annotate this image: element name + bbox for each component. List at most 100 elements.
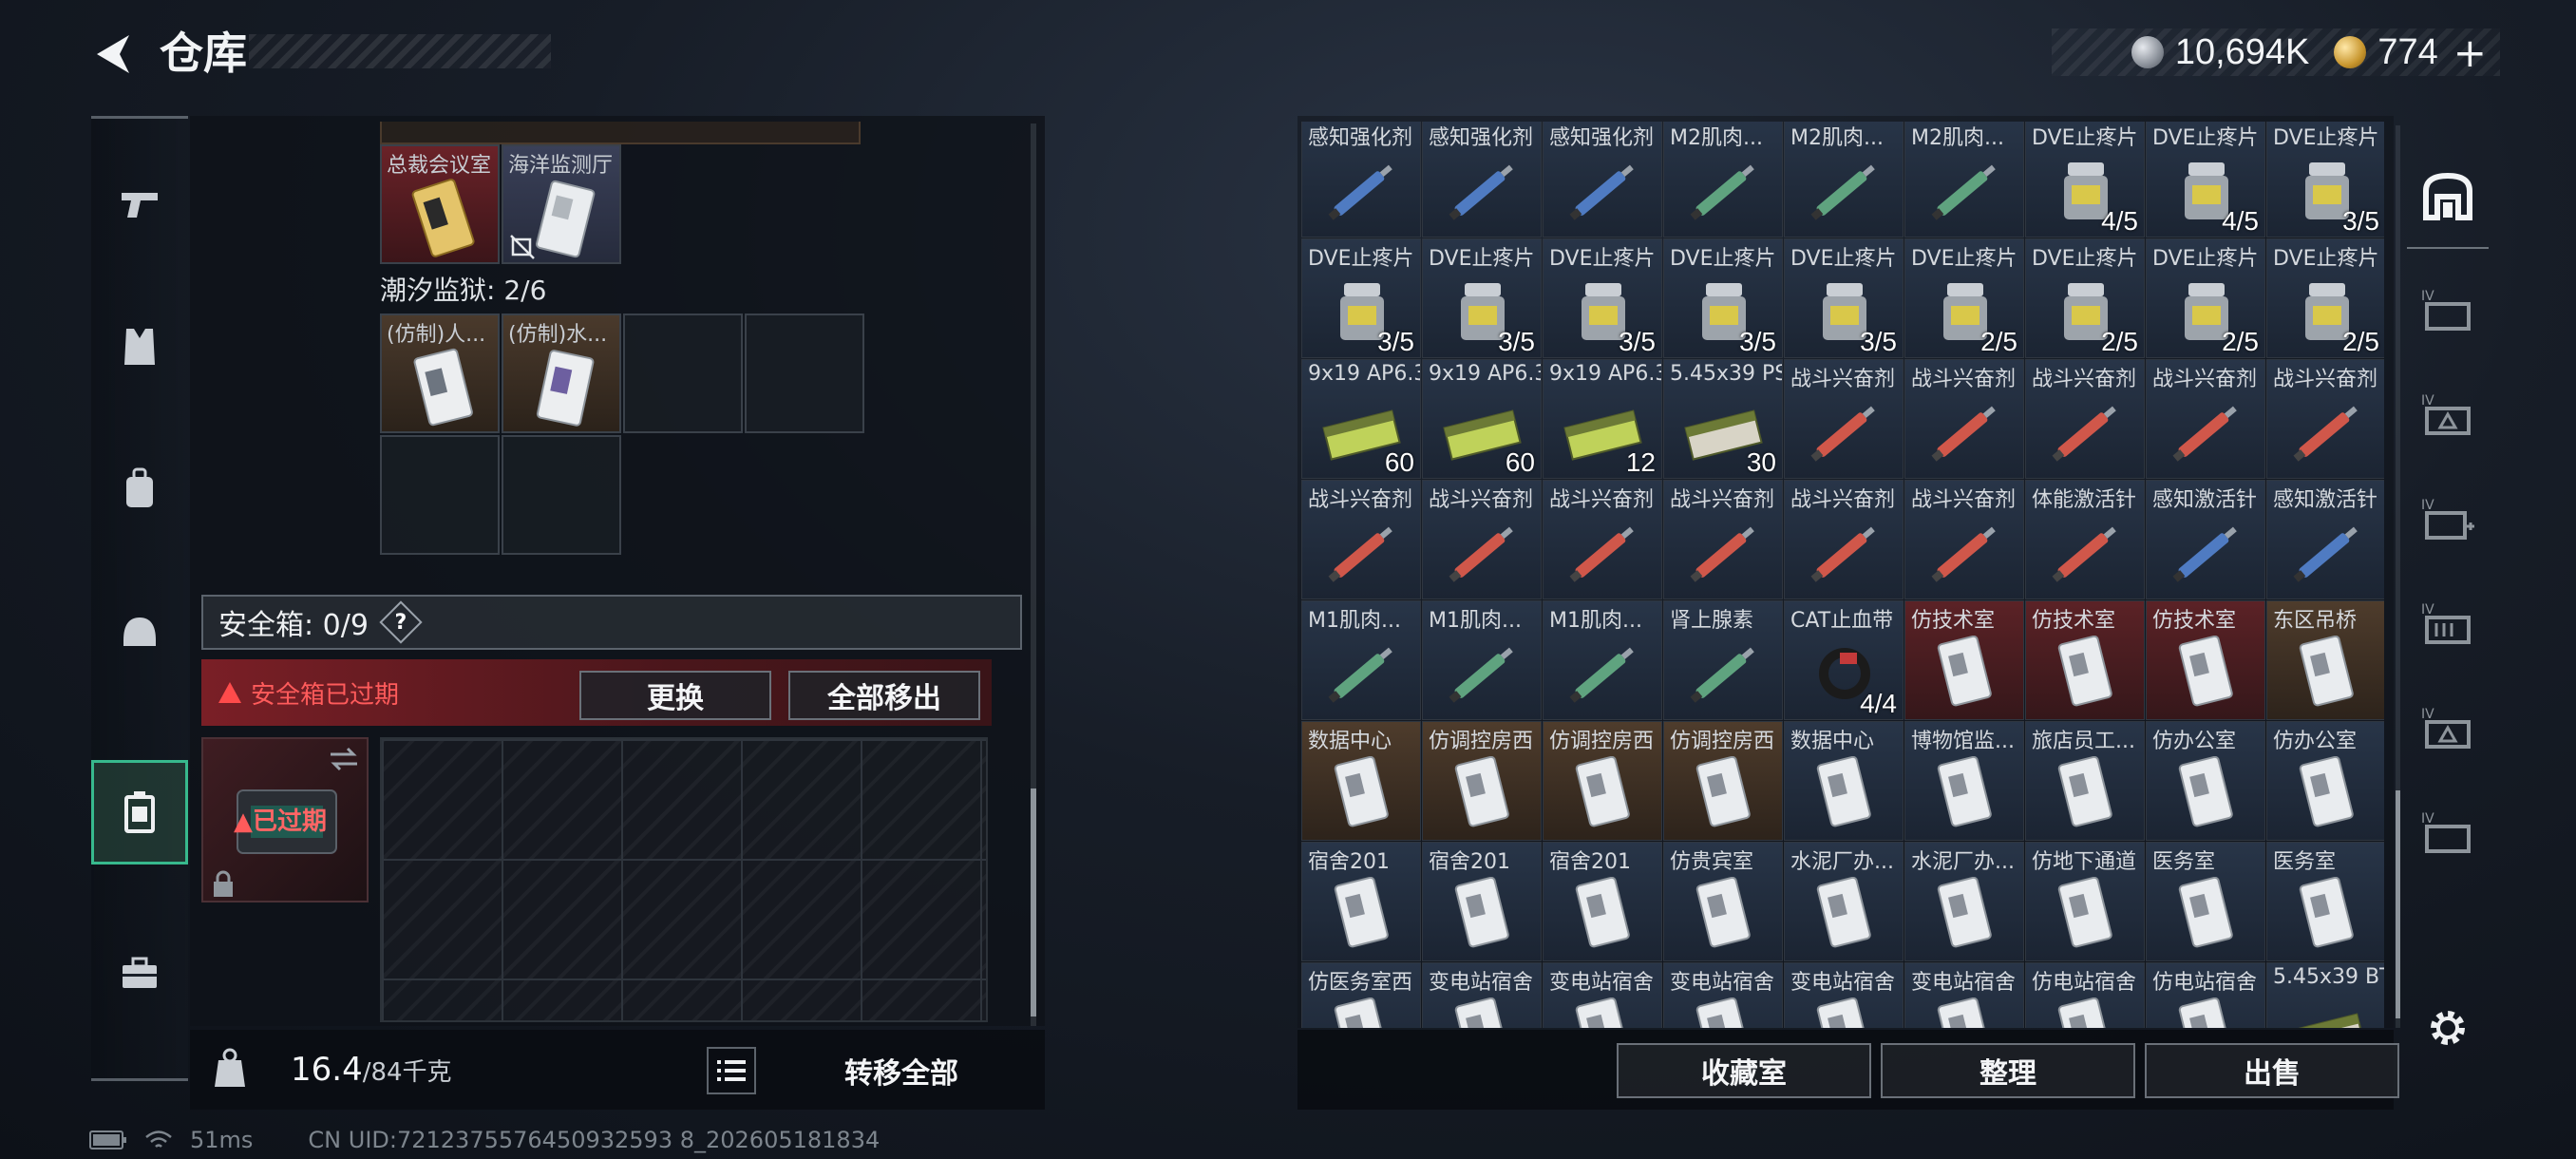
list-view-button[interactable] [707, 1047, 756, 1094]
stash-item[interactable]: M2肌肉... [1904, 122, 2024, 238]
stash-item[interactable]: 战斗兴奋剂 [1543, 480, 1662, 599]
stash-item[interactable]: 博物馆监... [1904, 721, 2024, 841]
stash-item[interactable]: CAT止血带 4/4 [1784, 600, 1904, 720]
settings-button[interactable] [2407, 990, 2489, 1066]
stash-item[interactable]: DVE止疼片 3/5 [1301, 238, 1421, 358]
tab-storage-3[interactable]: IV [2407, 467, 2489, 572]
stash-item[interactable]: 数据中心 [1301, 721, 1421, 841]
stash-item[interactable]: 9x19 AP6.3 60 [1422, 359, 1542, 479]
stash-item[interactable]: 战斗兴奋剂 [1784, 480, 1904, 599]
transfer-all-button[interactable]: 转移全部 [773, 1043, 1030, 1098]
stash-item[interactable]: 肾上腺素 [1663, 600, 1783, 720]
stash-item[interactable]: 宿舍201 [1422, 842, 1542, 961]
stash-item[interactable]: 医务室 [2266, 842, 2384, 961]
sell-button[interactable]: 出售 [2145, 1043, 2399, 1098]
stash-item[interactable]: 战斗兴奋剂 [2025, 359, 2145, 479]
stash-item[interactable]: 战斗兴奋剂 [1301, 480, 1421, 599]
stash-item[interactable]: DVE止疼片 2/5 [1904, 238, 2024, 358]
stash-item[interactable]: 旅店员工... [2025, 721, 2145, 841]
stash-item[interactable]: 仿电站宿舍 [2025, 962, 2145, 1028]
tab-storage-2[interactable]: IV [2407, 363, 2489, 467]
add-currency-button[interactable]: + [2453, 29, 2487, 76]
stash-item[interactable]: DVE止疼片 3/5 [1663, 238, 1783, 358]
left-scrollbar[interactable] [1031, 124, 1036, 1026]
stash-item[interactable]: 医务室 [2146, 842, 2265, 961]
stash-item[interactable]: 东区吊桥 [2266, 600, 2384, 720]
stash-item[interactable]: DVE止疼片 3/5 [1784, 238, 1904, 358]
stash-item[interactable]: 感知强化剂 [1301, 122, 1421, 238]
empty-slot[interactable] [745, 314, 864, 433]
stash-item[interactable]: 感知激活针 [2146, 480, 2265, 599]
nav-helmet[interactable] [91, 584, 188, 679]
stash-item[interactable]: 5.45x39 PS 30 [1663, 359, 1783, 479]
stash-item[interactable]: 战斗兴奋剂 [2266, 359, 2384, 479]
safe-case-slot[interactable]: ▲已过期 [201, 737, 369, 902]
stash-item[interactable]: 仿医务室西 [1301, 962, 1421, 1028]
stash-item[interactable]: 5.45x39 BT [2266, 962, 2384, 1028]
stash-item[interactable]: DVE止疼片 2/5 [2146, 238, 2265, 358]
tab-storage-5[interactable]: IV [2407, 676, 2489, 781]
stash-item[interactable]: 战斗兴奋剂 [2146, 359, 2265, 479]
key-card-item[interactable]: 海洋监测厅 [502, 144, 621, 264]
stash-item[interactable]: 变电站宿舍 [1543, 962, 1662, 1028]
back-button[interactable] [84, 21, 141, 87]
stash-item[interactable]: 战斗兴奋剂 [1904, 359, 2024, 479]
nav-weapon[interactable] [91, 157, 188, 252]
stash-item[interactable]: DVE止疼片 4/5 [2025, 122, 2145, 238]
tab-storage-4[interactable]: IV [2407, 572, 2489, 676]
stash-item[interactable]: 仿电站宿舍 [2146, 962, 2265, 1028]
stash-item[interactable]: 仿办公室 [2146, 721, 2265, 841]
help-icon[interactable]: ? [379, 600, 423, 644]
nav-backpack[interactable] [91, 442, 188, 537]
stash-item[interactable]: 宿舍201 [1301, 842, 1421, 961]
empty-slot[interactable] [623, 314, 743, 433]
stash-item[interactable]: DVE止疼片 4/5 [2146, 122, 2265, 238]
nav-safe-box[interactable] [91, 760, 188, 864]
empty-slot[interactable] [502, 435, 621, 555]
stash-item[interactable]: 仿地下通道 [2025, 842, 2145, 961]
stash-item[interactable]: 仿技术室 [2146, 600, 2265, 720]
stash-item[interactable]: 变电站宿舍 [1663, 962, 1783, 1028]
collection-room-button[interactable]: 收藏室 [1617, 1043, 1871, 1098]
stash-item[interactable]: M2肌肉... [1784, 122, 1904, 238]
empty-slot[interactable] [380, 435, 500, 555]
scroll-thumb[interactable] [2396, 790, 2400, 1018]
nav-toolbox[interactable] [91, 926, 188, 1021]
stash-item[interactable]: DVE止疼片 3/5 [1422, 238, 1542, 358]
stash-item[interactable]: M1肌肉... [1422, 600, 1542, 720]
stash-item[interactable]: 体能激活针 [2025, 480, 2145, 599]
stash-item[interactable]: 战斗兴奋剂 [1663, 480, 1783, 599]
stash-item[interactable]: 战斗兴奋剂 [1422, 480, 1542, 599]
stash-item[interactable]: M1肌肉... [1301, 600, 1421, 720]
stash-item[interactable]: DVE止疼片 3/5 [1543, 238, 1662, 358]
stash-item[interactable]: M2肌肉... [1663, 122, 1783, 238]
nav-armor[interactable] [91, 299, 188, 394]
stash-item[interactable]: 宿舍201 [1543, 842, 1662, 961]
stash-item[interactable]: 变电站宿舍 [1422, 962, 1542, 1028]
stash-item[interactable]: 仿调控房西 [1663, 721, 1783, 841]
stash-item[interactable]: DVE止疼片 3/5 [2266, 122, 2384, 238]
sort-button[interactable]: 整理 [1881, 1043, 2135, 1098]
key-card-item[interactable]: (仿制)人... [380, 314, 500, 433]
replace-button[interactable]: 更换 [579, 671, 771, 720]
stash-scrollbar[interactable] [2396, 125, 2400, 1028]
tab-main-stash[interactable] [2407, 144, 2489, 249]
stash-item[interactable]: 9x19 AP6.3 60 [1301, 359, 1421, 479]
stash-item[interactable]: 感知强化剂 [1422, 122, 1542, 238]
stash-item[interactable]: 仿办公室 [2266, 721, 2384, 841]
scroll-thumb[interactable] [1031, 788, 1036, 1016]
stash-item[interactable]: 仿调控房西 [1422, 721, 1542, 841]
stash-item[interactable]: 仿调控房西 [1543, 721, 1662, 841]
stash-item[interactable]: 水泥厂办... [1904, 842, 2024, 961]
stash-item[interactable]: 战斗兴奋剂 [1904, 480, 2024, 599]
key-card-item[interactable]: 总裁会议室 [380, 144, 500, 264]
stash-item[interactable]: 仿技术室 [1904, 600, 2024, 720]
stash-item[interactable]: 仿贵宾室 [1663, 842, 1783, 961]
stash-item[interactable]: 水泥厂办... [1784, 842, 1904, 961]
stash-item[interactable]: 数据中心 [1784, 721, 1904, 841]
stash-item[interactable]: 感知强化剂 [1543, 122, 1662, 238]
stash-item[interactable]: 9x19 AP6.3 12 [1543, 359, 1662, 479]
stash-item[interactable]: 感知激活针 [2266, 480, 2384, 599]
stash-item[interactable]: 变电站宿舍 [1784, 962, 1904, 1028]
key-card-item[interactable]: (仿制)水... [502, 314, 621, 433]
